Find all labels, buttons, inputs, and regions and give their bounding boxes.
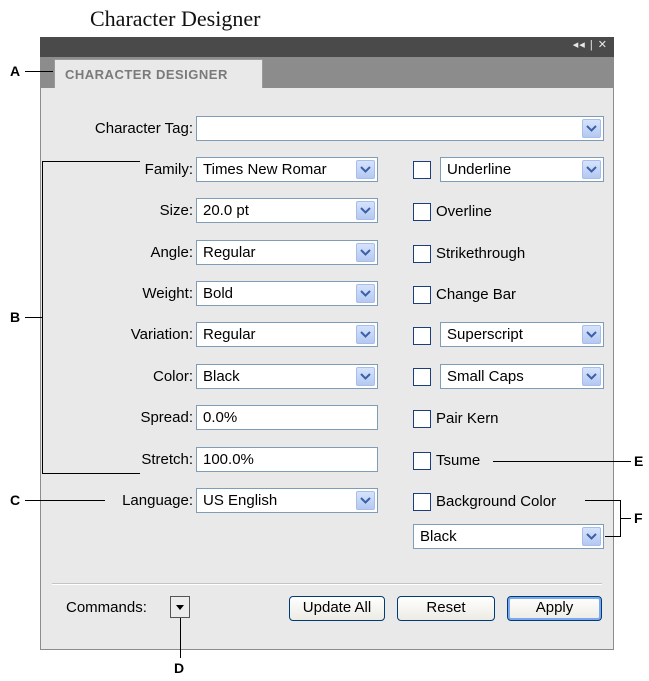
reset-button[interactable]: Reset (397, 596, 495, 621)
pair-kern-checkbox[interactable] (413, 410, 431, 428)
panel-controls[interactable]: ◂◂ | ✕ (573, 38, 608, 51)
language-value: US English (203, 492, 278, 509)
language-select[interactable]: US English (196, 488, 378, 513)
strikethrough-label: Strikethrough (436, 245, 526, 262)
triangle-down-icon (176, 605, 184, 610)
commands-label: Commands: (66, 599, 147, 616)
family-select[interactable]: Times New Romar (196, 157, 378, 182)
change-bar-checkbox[interactable] (413, 286, 431, 304)
callout-e: E (634, 453, 644, 469)
variation-value: Regular (203, 326, 256, 343)
character-tag-label: Character Tag: (94, 120, 193, 137)
chevron-down-icon[interactable] (356, 284, 375, 303)
character-tag-select[interactable] (196, 116, 604, 141)
overline-checkbox[interactable] (413, 203, 431, 221)
background-color-select[interactable]: Black (413, 524, 604, 549)
variation-select[interactable]: Regular (196, 322, 378, 347)
size-select[interactable]: 20.0 pt (196, 198, 378, 223)
page-title: Character Designer (90, 6, 261, 31)
callout-b: B (10, 309, 21, 325)
change-bar-label: Change Bar (436, 286, 517, 303)
strikethrough-checkbox[interactable] (413, 245, 431, 263)
family-value: Times New Romar (203, 161, 327, 178)
callout-d: D (174, 660, 185, 676)
callout-b-line (25, 317, 42, 318)
underline-select[interactable]: Underline (440, 157, 604, 182)
spread-value: 0.0% (203, 409, 238, 426)
stretch-value: 100.0% (203, 451, 254, 468)
commands-menu-button[interactable] (170, 596, 190, 618)
chevron-down-icon[interactable] (582, 325, 601, 344)
callout-f: F (634, 510, 643, 526)
color-value: Black (203, 368, 240, 385)
update-all-button[interactable]: Update All (289, 596, 385, 621)
callout-f-line-bottom (605, 536, 620, 537)
chevron-down-icon[interactable] (582, 527, 601, 546)
callout-a-line (25, 71, 53, 72)
chevron-down-icon[interactable] (356, 201, 375, 220)
overline-label: Overline (436, 203, 492, 220)
chevron-down-icon[interactable] (582, 160, 601, 179)
chevron-down-icon[interactable] (356, 325, 375, 344)
tsume-label: Tsume (436, 452, 481, 469)
superscript-checkbox[interactable] (413, 327, 431, 345)
weight-value: Bold (203, 285, 234, 302)
small-caps-checkbox[interactable] (413, 368, 431, 386)
callout-b-bracket (42, 161, 140, 474)
superscript-value: Superscript (447, 326, 523, 343)
background-color-checkbox[interactable] (413, 493, 431, 511)
underline-checkbox[interactable] (413, 161, 431, 179)
chevron-down-icon[interactable] (356, 243, 375, 262)
chevron-down-icon[interactable] (582, 119, 601, 138)
callout-a: A (10, 63, 21, 79)
size-value: 20.0 pt (203, 202, 249, 219)
callout-e-line (493, 461, 631, 462)
panel-titlebar[interactable]: ◂◂ | ✕ (40, 37, 614, 57)
background-color-value: Black (420, 528, 457, 545)
color-select[interactable]: Black (196, 364, 378, 389)
superscript-select[interactable]: Superscript (440, 322, 604, 347)
tab-label: CHARACTER DESIGNER (65, 67, 228, 82)
angle-value: Regular (203, 244, 256, 261)
angle-select[interactable]: Regular (196, 240, 378, 265)
chevron-down-icon[interactable] (582, 367, 601, 386)
callout-f-line-top (585, 500, 620, 501)
chevron-down-icon[interactable] (356, 491, 375, 510)
chevron-down-icon[interactable] (356, 160, 375, 179)
stretch-input[interactable]: 100.0% (196, 447, 378, 472)
tab-character-designer[interactable]: CHARACTER DESIGNER (54, 59, 263, 88)
background-color-label: Background Color (436, 493, 557, 510)
small-caps-select[interactable]: Small Caps (440, 364, 604, 389)
callout-f-line-stub (620, 518, 631, 519)
weight-select[interactable]: Bold (196, 281, 378, 306)
callout-c-line (25, 500, 105, 501)
tsume-checkbox[interactable] (413, 452, 431, 470)
chevron-down-icon[interactable] (356, 367, 375, 386)
pair-kern-label: Pair Kern (436, 410, 499, 427)
apply-button[interactable]: Apply (507, 596, 602, 621)
callout-c: C (10, 492, 21, 508)
small-caps-value: Small Caps (447, 368, 524, 385)
underline-value: Underline (447, 161, 512, 178)
footer-divider (52, 583, 602, 585)
callout-d-line (180, 618, 181, 658)
spread-input[interactable]: 0.0% (196, 405, 378, 430)
